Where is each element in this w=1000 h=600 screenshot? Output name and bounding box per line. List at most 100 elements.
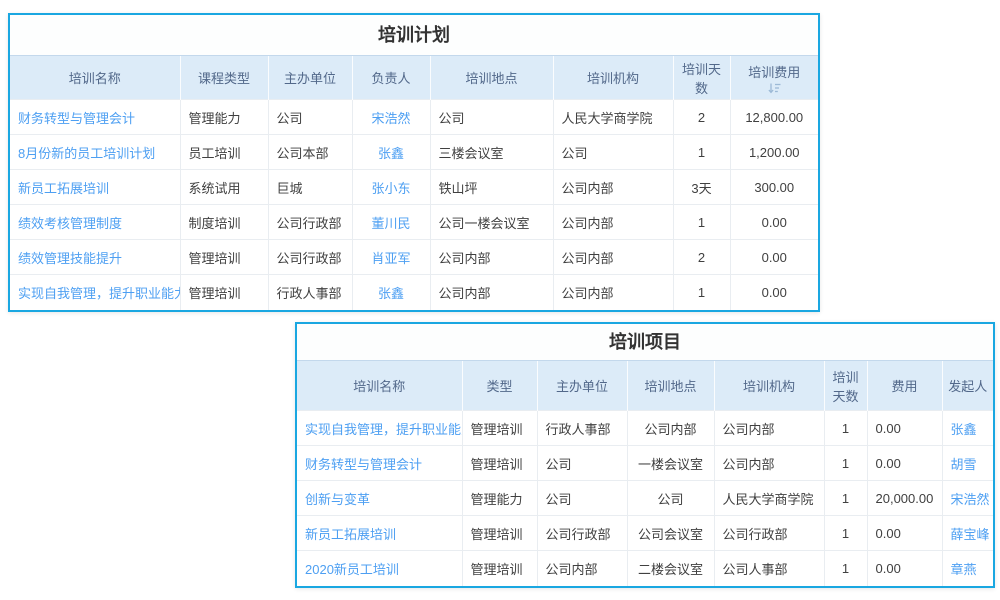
initiator-link[interactable]: 宋浩然 xyxy=(942,481,993,516)
column-header-institution: 培训机构 xyxy=(553,56,673,100)
column-header-label: 费用 xyxy=(891,376,917,395)
leader-link[interactable]: 张小东 xyxy=(352,170,430,205)
cell-days: 1 xyxy=(673,275,730,310)
cell-host-unit: 公司行政部 xyxy=(268,240,352,275)
training-name-link[interactable]: 财务转型与管理会计 xyxy=(297,446,462,481)
column-header-location: 培训地点 xyxy=(627,361,714,411)
initiator-link[interactable]: 薛宝峰 xyxy=(942,516,993,551)
initiator-link[interactable]: 张鑫 xyxy=(942,411,993,446)
cell-fee: 0.00 xyxy=(867,411,942,446)
training-name-link[interactable]: 8月份新的员工培训计划 xyxy=(10,135,180,170)
cell-location: 公司一楼会议室 xyxy=(430,205,553,240)
cell-location: 公司内部 xyxy=(430,240,553,275)
column-header-days: 培训天数 xyxy=(673,56,730,100)
cell-type: 管理培训 xyxy=(462,516,537,551)
training-name-link[interactable]: 财务转型与管理会计 xyxy=(10,100,180,135)
column-header-label: 培训地点 xyxy=(644,376,696,395)
training-name-link[interactable]: 实现自我管理，提升职业能力 xyxy=(10,275,180,310)
table-row: 8月份新的员工培训计划员工培训公司本部张鑫三楼会议室公司11,200.00 xyxy=(10,135,818,170)
cell-course-type: 员工培训 xyxy=(180,135,268,170)
table-row: 实现自我管理，提升职业能力管理培训行政人事部张鑫公司内部公司内部10.00 xyxy=(10,275,818,310)
column-header-label: 类型 xyxy=(486,376,512,395)
cell-days: 1 xyxy=(824,446,867,481)
leader-link[interactable]: 肖亚军 xyxy=(352,240,430,275)
training-name-link[interactable]: 2020新员工培训 xyxy=(297,551,462,586)
column-header-label: 培训机构 xyxy=(587,68,639,87)
table-row: 财务转型与管理会计管理能力公司宋浩然公司人民大学商学院212,800.00 xyxy=(10,100,818,135)
cell-fee: 0.00 xyxy=(730,275,818,310)
training-name-link[interactable]: 创新与变革 xyxy=(297,481,462,516)
cell-host-unit: 行政人事部 xyxy=(537,411,627,446)
column-header-training-name: 培训名称 xyxy=(297,361,462,411)
cell-type: 管理培训 xyxy=(462,411,537,446)
column-header-fee[interactable]: 培训费用 xyxy=(730,56,818,100)
cell-course-type: 管理培训 xyxy=(180,240,268,275)
cell-days: 2 xyxy=(673,240,730,275)
cell-host-unit: 公司 xyxy=(537,446,627,481)
table-row: 财务转型与管理会计管理培训公司一楼会议室公司内部10.00胡雪 xyxy=(297,446,993,481)
column-header-label: 培训天数 xyxy=(678,59,726,97)
column-header-label: 发起人 xyxy=(948,376,987,395)
cell-days: 1 xyxy=(673,205,730,240)
column-header-leader: 负责人 xyxy=(352,56,430,100)
cell-days: 1 xyxy=(824,411,867,446)
sort-descending-icon[interactable] xyxy=(735,83,815,94)
cell-institution: 公司人事部 xyxy=(714,551,824,586)
cell-institution: 公司内部 xyxy=(714,411,824,446)
column-header-label: 负责人 xyxy=(371,68,410,87)
cell-institution: 公司 xyxy=(553,135,673,170)
training-plan-card: 培训计划 培训名称课程类型主办单位负责人培训地点培训机构培训天数培训费用 财务转… xyxy=(8,13,820,312)
cell-course-type: 管理能力 xyxy=(180,100,268,135)
column-header-host-unit: 主办单位 xyxy=(537,361,627,411)
column-header-label: 培训天数 xyxy=(829,367,863,405)
initiator-link[interactable]: 章燕 xyxy=(942,551,993,586)
training-project-title: 培训项目 xyxy=(297,324,993,360)
cell-host-unit: 公司行政部 xyxy=(268,205,352,240)
column-header-institution: 培训机构 xyxy=(714,361,824,411)
column-header-course-type: 课程类型 xyxy=(180,56,268,100)
cell-location: 一楼会议室 xyxy=(627,446,714,481)
column-header-label: 主办单位 xyxy=(556,376,608,395)
cell-fee: 1,200.00 xyxy=(730,135,818,170)
cell-location: 公司内部 xyxy=(430,275,553,310)
cell-course-type: 制度培训 xyxy=(180,205,268,240)
cell-fee: 12,800.00 xyxy=(730,100,818,135)
header-row: 培训名称课程类型主办单位负责人培训地点培训机构培训天数培训费用 xyxy=(10,56,818,100)
leader-link[interactable]: 董川民 xyxy=(352,205,430,240)
cell-host-unit: 公司行政部 xyxy=(537,516,627,551)
leader-link[interactable]: 张鑫 xyxy=(352,135,430,170)
cell-institution: 公司内部 xyxy=(553,275,673,310)
cell-type: 管理能力 xyxy=(462,481,537,516)
cell-location: 三楼会议室 xyxy=(430,135,553,170)
cell-days: 1 xyxy=(673,135,730,170)
cell-course-type: 管理培训 xyxy=(180,275,268,310)
cell-days: 1 xyxy=(824,551,867,586)
cell-institution: 公司内部 xyxy=(553,170,673,205)
column-header-fee: 费用 xyxy=(867,361,942,411)
column-header-label: 培训地点 xyxy=(465,68,517,87)
cell-location: 铁山坪 xyxy=(430,170,553,205)
column-header-training-name: 培训名称 xyxy=(10,56,180,100)
cell-fee: 0.00 xyxy=(730,240,818,275)
cell-institution: 公司内部 xyxy=(714,446,824,481)
cell-fee: 20,000.00 xyxy=(867,481,942,516)
leader-link[interactable]: 张鑫 xyxy=(352,275,430,310)
training-plan-table: 培训名称课程类型主办单位负责人培训地点培训机构培训天数培训费用 财务转型与管理会… xyxy=(10,55,818,310)
training-project-table: 培训名称 类型 主办单位 培训地点培训机构培训天数 费用 发起人 实现自我管理，提升职业能… xyxy=(297,360,993,586)
training-name-link[interactable]: 实现自我管理，提升职业能力 xyxy=(297,411,462,446)
training-project-card: 培训项目 培训名称 类型 主办单位 培训地点培训机构培训天数 费用 发起人 实现自我管理，… xyxy=(295,322,995,588)
training-plan-title: 培训计划 xyxy=(10,15,818,55)
leader-link[interactable]: 宋浩然 xyxy=(352,100,430,135)
training-name-link[interactable]: 绩效管理技能提升 xyxy=(10,240,180,275)
cell-institution: 公司内部 xyxy=(553,205,673,240)
initiator-link[interactable]: 胡雪 xyxy=(942,446,993,481)
cell-type: 管理培训 xyxy=(462,446,537,481)
cell-institution: 人民大学商学院 xyxy=(714,481,824,516)
cell-location: 公司 xyxy=(627,481,714,516)
training-name-link[interactable]: 新员工拓展培训 xyxy=(10,170,180,205)
cell-course-type: 系统试用 xyxy=(180,170,268,205)
cell-host-unit: 公司本部 xyxy=(268,135,352,170)
training-name-link[interactable]: 绩效考核管理制度 xyxy=(10,205,180,240)
training-name-link[interactable]: 新员工拓展培训 xyxy=(297,516,462,551)
cell-location: 公司会议室 xyxy=(627,516,714,551)
